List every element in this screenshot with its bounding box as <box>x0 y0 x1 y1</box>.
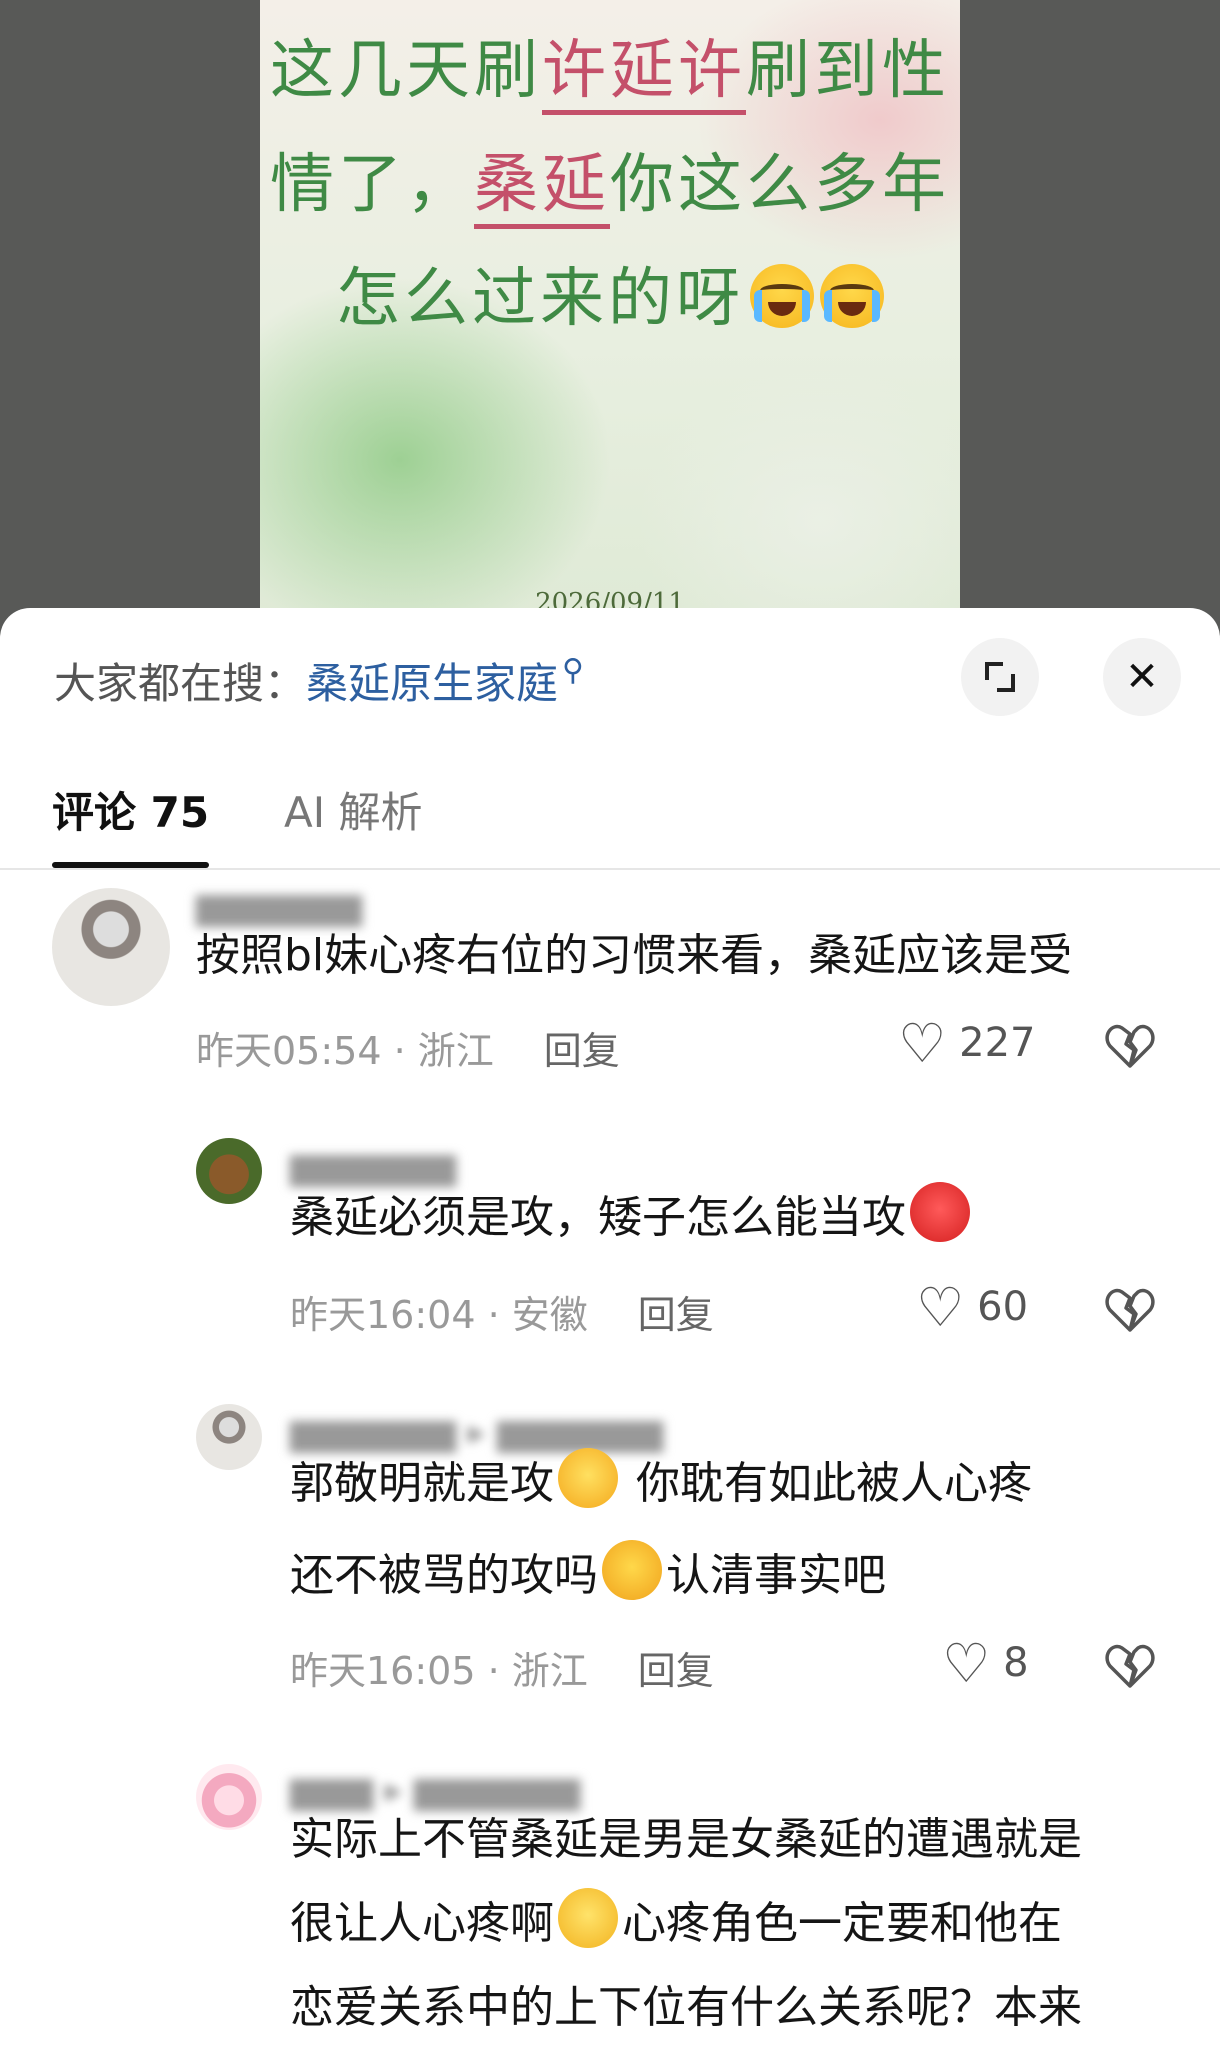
post-line-1: 这几天刷许延许刷到性 <box>260 14 960 128</box>
laughing-face-icon <box>602 1540 662 1600</box>
heart-icon: ♡ <box>916 1276 965 1339</box>
search-link[interactable]: 桑延原生家庭 ⚲ <box>306 653 584 708</box>
heart-icon: ♡ <box>898 1012 947 1075</box>
close-icon: ✕ <box>1125 654 1159 700</box>
like-count: 227 <box>959 1020 1036 1066</box>
tab-ai-analysis[interactable]: AI 解析 <box>284 758 422 868</box>
angry-face-icon <box>910 1182 970 1242</box>
comment-time: 昨天16:05 · 浙江 <box>290 1649 588 1693</box>
highlight-name: 许延许 <box>542 34 746 115</box>
avatar[interactable] <box>196 1404 262 1470</box>
broken-heart-icon <box>1105 1644 1155 1688</box>
trending-search: 大家都在搜：桑延原生家庭 ⚲ <box>54 650 584 711</box>
highlight-name: 桑延 <box>474 148 610 229</box>
like-button[interactable]: ♡ 227 <box>898 1012 1036 1075</box>
avatar[interactable] <box>196 1138 262 1204</box>
crying-face-icon <box>820 264 884 328</box>
dislike-button[interactable] <box>1104 1284 1156 1336</box>
comment-time: 昨天05:54 · 浙江 <box>196 1029 494 1073</box>
crying-face-icon <box>750 264 814 328</box>
dislike-button[interactable] <box>1104 1020 1156 1072</box>
comment-text-line-1: 郭敬明就是攻 你耽有如此被人心疼 <box>290 1438 1032 1530</box>
post-image-card[interactable]: 这几天刷许延许刷到性 情了，桑延你这么多年 怎么过来的呀 2026/09/11 <box>260 0 960 620</box>
avatar[interactable] <box>196 1764 262 1830</box>
dizzy-face-icon <box>558 1888 618 1948</box>
reply-button[interactable]: 回复 <box>638 1293 714 1337</box>
tab-bar: 评论 75 AI 解析 <box>0 758 1220 870</box>
comment-text-line-1: 实际上不管桑延是男是女桑延的遭遇就是 <box>290 1814 1082 1865</box>
comment-text: 桑延必须是攻，矮子怎么能当攻 <box>290 1172 974 1264</box>
dislike-button[interactable] <box>1104 1640 1156 1692</box>
comment-meta: 昨天16:05 · 浙江 回复 <box>290 1640 714 1695</box>
close-button[interactable]: ✕ <box>1103 638 1181 716</box>
comment-time: 昨天16:04 · 安徽 <box>290 1293 588 1337</box>
like-button[interactable]: ♡ 8 <box>942 1632 1029 1695</box>
reply-button[interactable]: 回复 <box>638 1649 714 1693</box>
comment-meta: 昨天16:04 · 安徽 回复 <box>290 1284 714 1339</box>
post-line-2: 情了，桑延你这么多年 <box>260 128 960 242</box>
search-prefix: 大家都在搜： <box>54 659 307 708</box>
comment-sheet: 大家都在搜：桑延原生家庭 ⚲ ✕ 评论 75 AI 解析 ▆▆▆▆▆▆ 按照bl妹… <box>0 608 1220 2064</box>
comment-text: 按照bl妹心疼右位的习惯来看，桑延应该是受 <box>196 930 1073 981</box>
broken-heart-icon <box>1105 1288 1155 1332</box>
post-caption: 这几天刷许延许刷到性 情了，桑延你这么多年 怎么过来的呀 <box>260 14 960 356</box>
tab-comments[interactable]: 评论 75 <box>52 758 210 868</box>
post-line-3: 怎么过来的呀 <box>260 242 960 356</box>
like-button[interactable]: ♡ 60 <box>916 1276 1028 1339</box>
expand-button[interactable] <box>961 638 1039 716</box>
broken-heart-icon <box>1105 1024 1155 1068</box>
heart-icon: ♡ <box>942 1632 991 1695</box>
magnifier-icon: ⚲ <box>562 653 585 688</box>
reply-button[interactable]: 回复 <box>544 1029 620 1073</box>
winking-face-icon <box>558 1448 618 1508</box>
comment-meta: 昨天05:54 · 浙江 回复 <box>196 1020 620 1075</box>
comment-text-line-2: 还不被骂的攻吗 认清事实吧 <box>290 1530 886 1622</box>
like-count: 8 <box>1003 1640 1029 1686</box>
comment-text-line-2: 很让人心疼啊 心疼角色一定要和他在 <box>290 1878 1062 1970</box>
like-count: 60 <box>977 1284 1029 1330</box>
comment-text-line-3: 恋爱关系中的上下位有什么关系呢？本来 <box>290 1982 1082 2033</box>
avatar[interactable] <box>52 888 170 1006</box>
